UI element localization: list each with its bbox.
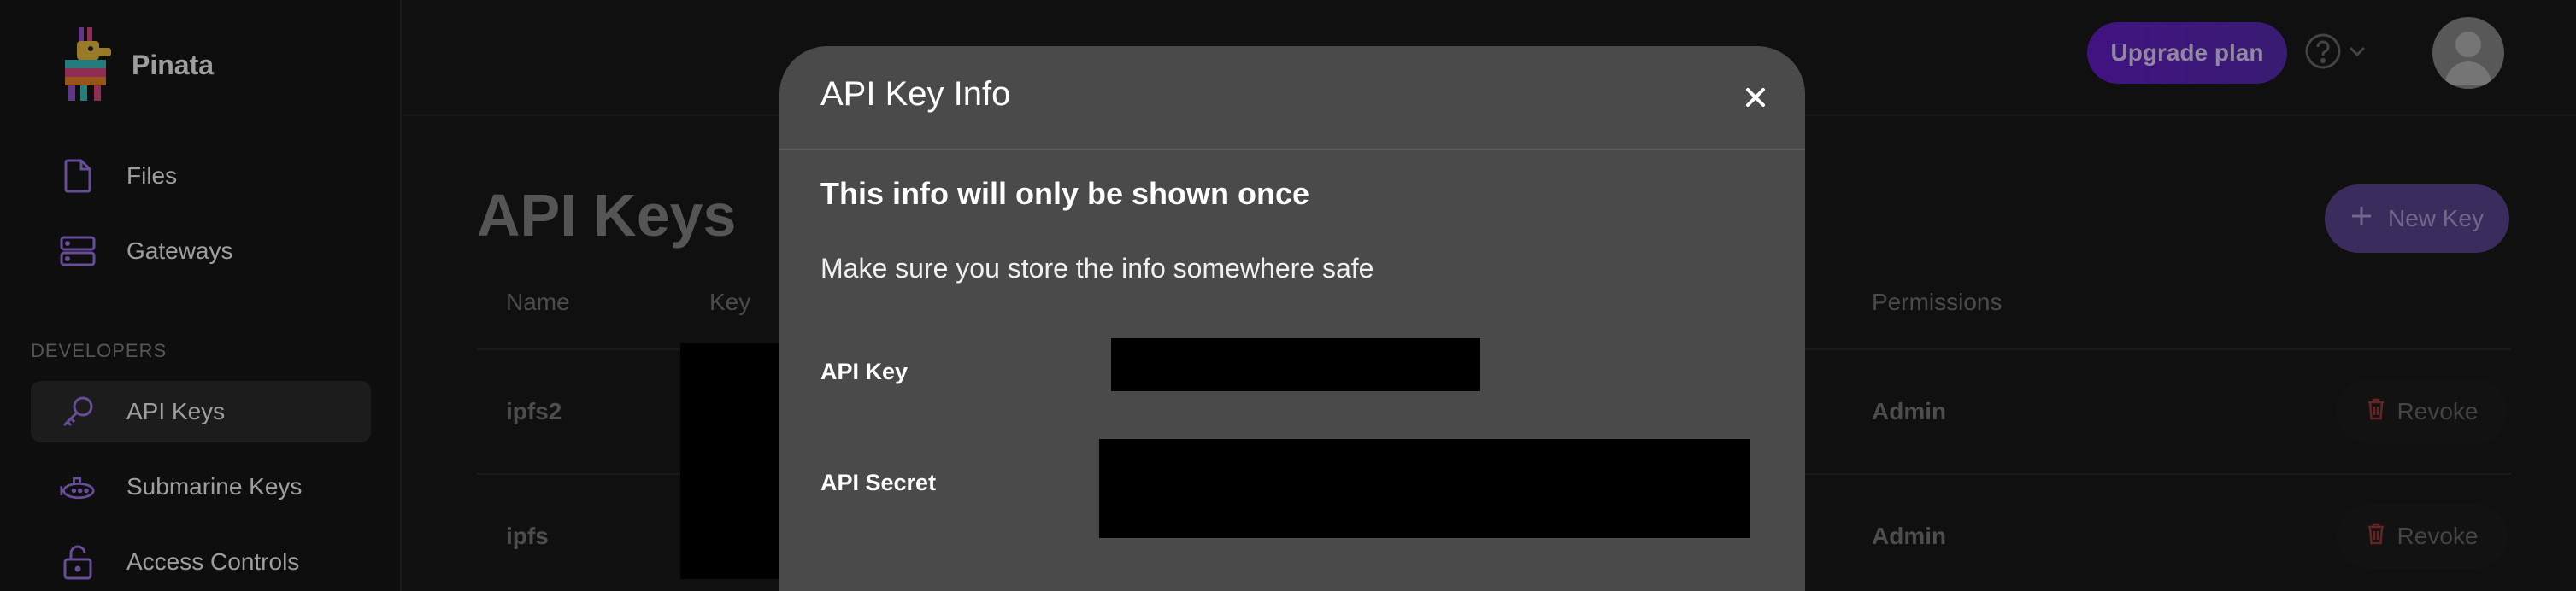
modal-divider xyxy=(779,149,1805,150)
api-key-info-modal: API Key Info This info will only be show… xyxy=(779,46,1805,591)
api-secret-label: API Secret xyxy=(820,470,937,495)
close-icon xyxy=(1746,88,1765,107)
modal-title: API Key Info xyxy=(820,75,1011,113)
api-key-label: API Key xyxy=(820,359,909,384)
api-secret-value-redacted[interactable] xyxy=(1099,439,1750,538)
close-button[interactable] xyxy=(1738,80,1773,114)
modal-description: Make sure you store the info somewhere s… xyxy=(820,253,1374,284)
modal-heading: This info will only be shown once xyxy=(820,176,1310,211)
api-key-value-redacted[interactable] xyxy=(1111,338,1480,391)
redacted-key-column xyxy=(680,343,795,579)
